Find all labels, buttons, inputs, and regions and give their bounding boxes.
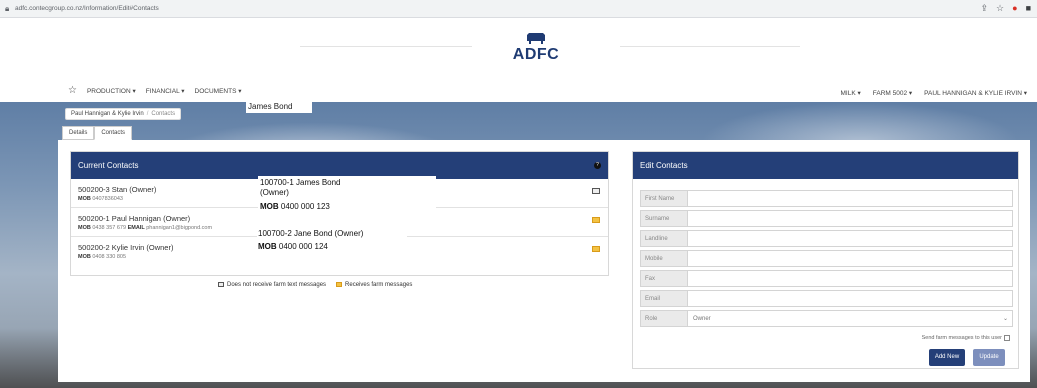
lock-icon: 🔒︎ <box>5 4 10 13</box>
contact-overlay: 100700-1 James Bond (Owner) MOB 0400 000… <box>258 176 436 212</box>
field-label: First Name <box>640 190 688 207</box>
fax-input[interactable] <box>688 270 1013 287</box>
surname-field: Surname <box>640 210 1013 227</box>
mobile-input[interactable] <box>688 250 1013 267</box>
field-label: Email <box>640 290 688 307</box>
divider <box>300 46 472 47</box>
mobile-field: Mobile <box>640 250 1013 267</box>
update-button[interactable]: Update <box>973 349 1005 366</box>
landline-input[interactable] <box>688 230 1013 247</box>
email-input[interactable] <box>688 290 1013 307</box>
send-messages-label: Send farm messages to this user <box>921 335 1002 341</box>
extension-icon-2[interactable]: ■ <box>1026 3 1031 14</box>
current-contacts-header: Current Contacts ? <box>71 152 608 179</box>
current-contacts-card: Current Contacts ? 500200-3 Stan (Owner)… <box>70 151 609 276</box>
role-value: Owner <box>693 316 711 322</box>
overlay-line: (Owner) <box>260 188 289 197</box>
extension-icon[interactable]: ● <box>1012 3 1017 14</box>
nav-documents[interactable]: DOCUMENTS ▾ <box>195 87 242 95</box>
envelope-icon <box>592 188 600 194</box>
breadcrumb-parent[interactable]: Paul Hannigan & Kylie Irvin <box>71 111 144 117</box>
bookmark-star-icon[interactable]: ☆ <box>996 3 1004 14</box>
nav-user[interactable]: PAUL HANNIGAN & KYLIE IRVIN ▾ <box>924 89 1027 97</box>
edit-contacts-title: Edit Contacts <box>640 161 688 170</box>
field-label: Surname <box>640 210 688 227</box>
cow-icon <box>527 33 545 44</box>
divider <box>620 46 800 47</box>
first-name-field: First Name <box>640 190 1013 207</box>
breadcrumb-current: Contacts <box>151 111 176 117</box>
overlay-line: 100700-1 James Bond <box>260 178 341 187</box>
legend-messages: Receives farm messages <box>336 282 412 288</box>
landline-field: Landline <box>640 230 1013 247</box>
field-label: Landline <box>640 230 688 247</box>
send-messages-checkbox[interactable] <box>1004 335 1010 341</box>
share-icon[interactable]: ⇪ <box>981 3 989 14</box>
edit-contacts-header: Edit Contacts <box>633 152 1018 179</box>
nav-milk[interactable]: MILK ▾ <box>841 89 861 97</box>
browser-icons: ⇪ ☆ ● ■ <box>981 3 1032 14</box>
breadcrumb: Paul Hannigan & Kylie Irvin / Contacts <box>65 108 182 120</box>
role-select[interactable]: Owner ⌄ <box>688 310 1013 327</box>
chevron-down-icon: ⌄ <box>1002 316 1008 322</box>
envelope-gold-icon <box>592 217 600 223</box>
overlay-mob: MOB 0400 000 124 <box>258 242 328 251</box>
fax-field: Fax <box>640 270 1013 287</box>
edit-contacts-card: Edit Contacts First Name Surname Landlin… <box>632 151 1019 369</box>
help-icon[interactable]: ? <box>594 162 601 169</box>
envelope-gold-icon <box>336 282 343 287</box>
nav-financial[interactable]: FINANCIAL ▾ <box>146 87 185 95</box>
favourites-star-icon[interactable]: ☆ <box>68 85 77 96</box>
nav-farm[interactable]: FARM 5002 ▾ <box>873 89 912 97</box>
role-field: Role Owner ⌄ <box>640 310 1013 327</box>
tab-bar: Details Contacts <box>62 126 133 140</box>
tab-details[interactable]: Details <box>62 126 95 140</box>
envelope-icon <box>218 282 224 287</box>
adfc-logo[interactable]: ADFC <box>512 32 560 63</box>
field-label: Fax <box>640 270 688 287</box>
nav-production[interactable]: PRODUCTION ▾ <box>87 87 136 95</box>
contact-overlay: 100700-2 Jane Bond (Owner) MOB 0400 000 … <box>257 228 407 256</box>
contact-name: 500200-1 Paul Hannigan (Owner) <box>78 214 191 223</box>
surname-input[interactable] <box>688 210 1013 227</box>
logo-text: ADFC <box>512 46 560 63</box>
main-nav: ☆ PRODUCTION ▾ FINANCIAL ▾ DOCUMENTS ▾ M… <box>0 82 1037 102</box>
site-header: ADFC <box>0 18 1037 82</box>
field-label: Role <box>640 310 688 327</box>
browser-address-bar: 🔒︎ adfc.contecgroup.co.nz/Information/Ed… <box>0 0 1037 18</box>
overlay-line: 100700-2 Jane Bond (Owner) <box>258 229 364 238</box>
first-name-input[interactable] <box>688 190 1013 207</box>
message-legend: Does not receive farm text messages Rece… <box>218 282 412 288</box>
send-messages-option: Send farm messages to this user <box>922 335 1010 341</box>
breadcrumb-separator: / <box>146 111 149 117</box>
email-field: Email <box>640 290 1013 307</box>
overlay-mob: MOB 0400 000 123 <box>260 202 330 211</box>
current-contacts-title: Current Contacts <box>78 161 139 170</box>
add-new-button[interactable]: Add New <box>929 349 965 366</box>
tab-contacts[interactable]: Contacts <box>94 126 133 140</box>
name-overlay: James Bond <box>246 101 312 113</box>
field-label: Mobile <box>640 250 688 267</box>
url-text[interactable]: adfc.contecgroup.co.nz/Information/Edit#… <box>15 5 159 12</box>
envelope-gold-icon <box>592 246 600 252</box>
legend-no-messages: Does not receive farm text messages <box>218 282 326 288</box>
